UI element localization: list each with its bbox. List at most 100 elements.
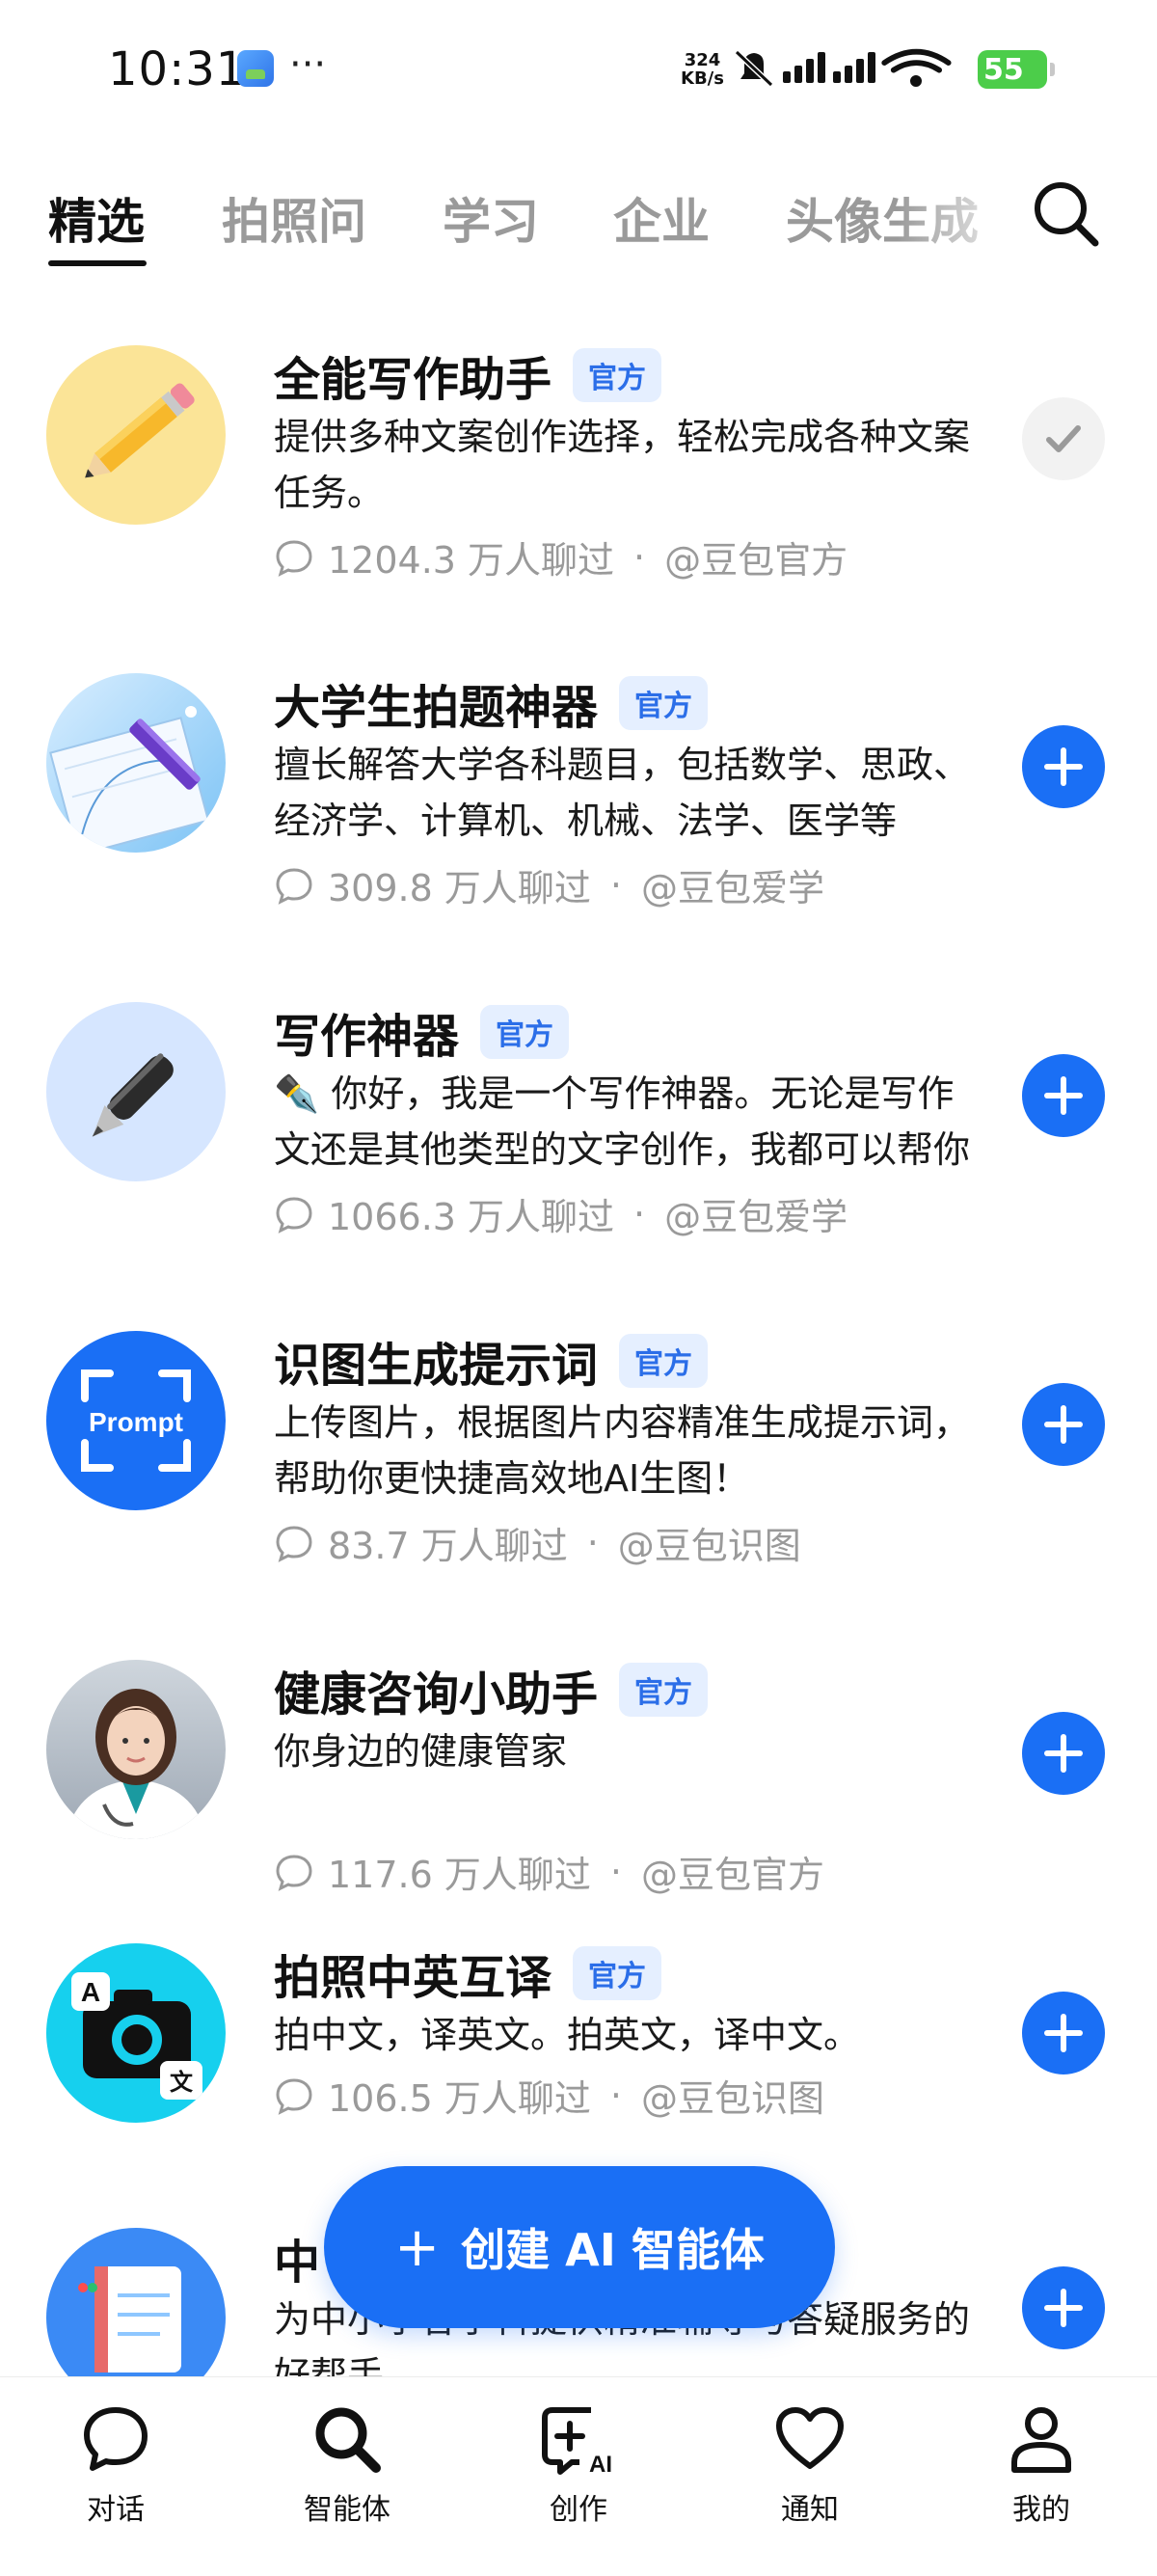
item-title: 全能写作助手 bbox=[274, 353, 552, 407]
nav-notifications[interactable]: 通知 bbox=[733, 2402, 887, 2528]
official-badge: 官方 bbox=[480, 1005, 570, 1059]
create-agent-button[interactable]: + 创建 AI 智能体 bbox=[324, 2166, 835, 2328]
bottom-nav: 对话 智能体 AI 创作 通知 我的 bbox=[0, 2376, 1157, 2576]
chat-bubble-icon bbox=[276, 1525, 312, 1562]
list-item[interactable]: 写作神器 官方 ✒️ 你好，我是一个写作神器。无论是写作文还是其他类型的文字创作… bbox=[0, 1002, 1157, 1330]
doctor-avatar bbox=[46, 1660, 226, 1839]
pencil-avatar bbox=[46, 345, 226, 525]
official-badge: 官方 bbox=[619, 1663, 709, 1717]
official-badge: 官方 bbox=[619, 1334, 709, 1388]
tab-enterprise[interactable]: 企业 bbox=[613, 183, 710, 253]
item-title: 健康咨询小助手 bbox=[274, 1668, 599, 1722]
chat-bubble-icon bbox=[276, 1854, 312, 1891]
chat-bubble-icon bbox=[276, 1196, 312, 1234]
search-icon bbox=[315, 2407, 381, 2473]
tab-featured[interactable]: 精选 bbox=[48, 183, 145, 253]
author-handle[interactable]: @豆包爱学 bbox=[641, 858, 824, 911]
fountain-pen-avatar bbox=[46, 1002, 226, 1181]
item-description: 擅长解答大学各科题目，包括数学、思政、经济学、计算机、机械、法学、医学等 bbox=[274, 744, 971, 842]
add-agent-button[interactable] bbox=[1022, 2266, 1105, 2349]
add-agent-button[interactable] bbox=[1022, 1054, 1105, 1137]
search-icon bbox=[1035, 182, 1099, 247]
chat-bubble-icon bbox=[276, 539, 312, 577]
list-item[interactable]: Prompt 识图生成提示词 官方 上传图片，根据图片内容精准生成提示词，帮助你… bbox=[0, 1331, 1157, 1659]
tab-study[interactable]: 学习 bbox=[443, 183, 539, 253]
chat-bubble-icon bbox=[276, 867, 312, 905]
net-speed-value: 324 bbox=[684, 50, 721, 70]
plus-icon bbox=[1044, 1076, 1083, 1115]
plus-icon bbox=[1044, 1734, 1083, 1773]
category-tabs: 精选 拍照问 学习 企业 头像生成 bbox=[0, 174, 1157, 270]
chat-count: 1204.3 万人聊过 bbox=[328, 539, 615, 582]
item-title: 识图生成提示词 bbox=[274, 1339, 599, 1393]
author-handle[interactable]: @豆包官方 bbox=[641, 1845, 824, 1898]
status-time: 10:31 bbox=[108, 42, 247, 96]
chat-count: 117.6 万人聊过 bbox=[328, 1854, 591, 1896]
nav-create[interactable]: AI 创作 bbox=[501, 2402, 656, 2528]
list-item[interactable]: 健康咨询小助手 官方 你身边的健康管家 117.6 万人聊过 · @豆包官方 bbox=[0, 1660, 1157, 1988]
person-icon bbox=[1011, 2407, 1071, 2473]
plus-icon bbox=[1044, 1405, 1083, 1444]
item-title: 写作神器 bbox=[274, 1010, 460, 1064]
official-badge: 官方 bbox=[573, 1946, 662, 2000]
net-speed-unit: KB/s bbox=[681, 68, 724, 89]
status-bar: 10:31 ··· 324 KB/s 55 bbox=[0, 0, 1157, 145]
author-handle[interactable]: @豆包爱学 bbox=[664, 1187, 848, 1240]
chat-count: 106.5 万人聊过 bbox=[328, 2077, 591, 2120]
add-agent-button[interactable] bbox=[1022, 1992, 1105, 2074]
tab-photo-ask[interactable]: 拍照问 bbox=[222, 183, 366, 253]
notebook-avatar bbox=[46, 2228, 226, 2376]
item-description: ✒️ 你好，我是一个写作神器。无论是写作文还是其他类型的文字创作，我都可以帮你 bbox=[274, 1072, 971, 1171]
plus-icon: + bbox=[394, 2215, 441, 2279]
add-agent-button[interactable] bbox=[1022, 1712, 1105, 1795]
plus-icon bbox=[1044, 2289, 1083, 2327]
heart-icon bbox=[776, 2407, 844, 2469]
item-description: 你身边的健康管家 bbox=[274, 1730, 568, 1773]
prompt-avatar-text: Prompt bbox=[89, 1407, 183, 1437]
svg-text:AI: AI bbox=[589, 2452, 612, 2476]
add-agent-button[interactable] bbox=[1022, 725, 1105, 808]
chat-count: 309.8 万人聊过 bbox=[328, 867, 591, 909]
letter-wen-text: 文 bbox=[170, 2069, 194, 2096]
create-agent-label: 创建 AI 智能体 bbox=[461, 2224, 765, 2276]
official-badge: 官方 bbox=[619, 676, 709, 730]
prompt-avatar: Prompt bbox=[46, 1331, 226, 1510]
item-description: 上传图片，根据图片内容精准生成提示词，帮助你更快捷高效地AI生图！ bbox=[274, 1401, 971, 1500]
list-item[interactable]: 大学生拍题神器 官方 擅长解答大学各科题目，包括数学、思政、经济学、计算机、机械… bbox=[0, 673, 1157, 1001]
plus-icon bbox=[1044, 747, 1083, 786]
author-handle[interactable]: @豆包识图 bbox=[641, 2069, 824, 2122]
signal-icon bbox=[783, 52, 875, 83]
letter-a-text: A bbox=[81, 1977, 100, 2007]
more-notifications-icon: ··· bbox=[289, 42, 327, 87]
added-check-button[interactable] bbox=[1022, 397, 1105, 480]
chat-bubble-icon bbox=[276, 2077, 312, 2115]
check-icon bbox=[1046, 425, 1081, 452]
create-ai-icon: AI bbox=[542, 2407, 612, 2476]
mute-bell-icon bbox=[734, 49, 774, 88]
official-badge: 官方 bbox=[573, 348, 662, 402]
item-title: 拍照中英互译 bbox=[274, 1951, 552, 2005]
camera-translate-avatar: A 文 bbox=[46, 1943, 226, 2123]
wifi-icon bbox=[881, 48, 952, 87]
chat-count: 83.7 万人聊过 bbox=[328, 1525, 568, 1567]
math-paper-avatar bbox=[46, 673, 226, 853]
chat-count: 1066.3 万人聊过 bbox=[328, 1196, 615, 1238]
plus-icon bbox=[1044, 2014, 1083, 2052]
chat-bubble-icon bbox=[84, 2407, 148, 2471]
search-button[interactable] bbox=[1028, 176, 1105, 253]
list-item[interactable]: 全能写作助手 官方 提供多种文案创作选择，轻松完成各种文案任务。 1204.3 … bbox=[0, 345, 1157, 673]
item-description: 拍中文，译英文。拍英文，译中文。 bbox=[274, 2014, 861, 2056]
battery-icon: 55 bbox=[978, 50, 1055, 89]
add-agent-button[interactable] bbox=[1022, 1383, 1105, 1466]
author-handle[interactable]: @豆包官方 bbox=[664, 530, 848, 583]
net-speed: 324 KB/s bbox=[681, 51, 724, 88]
gallery-app-icon bbox=[237, 50, 274, 87]
item-title: 中 bbox=[274, 2236, 321, 2290]
nav-agents[interactable]: 智能体 bbox=[270, 2402, 424, 2528]
nav-profile[interactable]: 我的 bbox=[964, 2402, 1118, 2528]
status-icons bbox=[733, 46, 964, 98]
author-handle[interactable]: @豆包识图 bbox=[618, 1516, 801, 1569]
nav-chat[interactable]: 对话 bbox=[39, 2402, 193, 2528]
item-title: 大学生拍题神器 bbox=[274, 681, 599, 735]
item-description: 提供多种文案创作选择，轻松完成各种文案任务。 bbox=[274, 416, 971, 514]
